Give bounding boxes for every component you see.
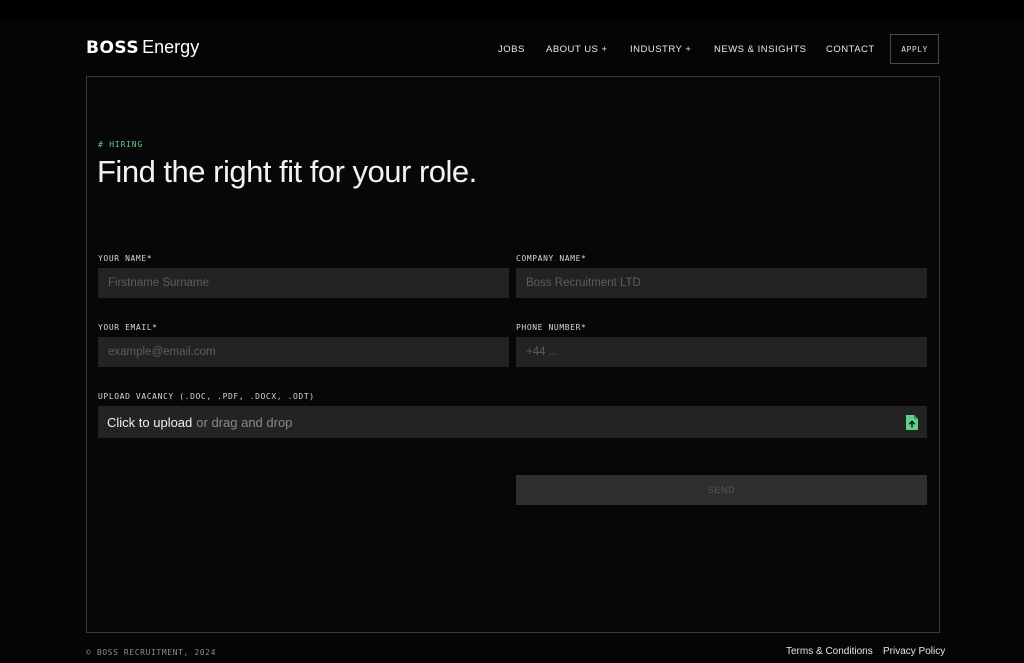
nav-item-jobs[interactable]: JOBS	[498, 44, 525, 55]
email-field[interactable]	[98, 337, 509, 367]
upload-primary-text: Click to upload	[107, 414, 193, 430]
upload-label: UPLOAD VACANCY (.DOC, .PDF, .DOCX, .ODT)	[98, 392, 315, 401]
nav-item-about-us[interactable]: ABOUT US +	[546, 44, 608, 55]
page-title: Find the right fit for your role.	[97, 154, 477, 189]
terms-link[interactable]: Terms & Conditions	[786, 646, 873, 657]
name-label: YOUR NAME*	[98, 254, 153, 263]
submit-button[interactable]: SEND	[516, 475, 927, 505]
upload-secondary-text: or drag and drop	[196, 414, 293, 430]
copyright-text: © BOSS RECRUITMENT, 2024	[86, 648, 216, 657]
company-label: COMPANY NAME*	[516, 254, 587, 263]
company-field[interactable]	[516, 268, 927, 298]
privacy-link[interactable]: Privacy Policy	[883, 646, 945, 657]
phone-field[interactable]	[516, 337, 927, 367]
top-bar	[0, 0, 1024, 20]
nav-item-industry[interactable]: INDUSTRY +	[630, 44, 691, 55]
phone-label: PHONE NUMBER*	[516, 323, 587, 332]
section-tag: # HIRING	[98, 140, 143, 149]
nav-item-contact[interactable]: CONTACT	[826, 44, 875, 55]
email-label: YOUR EMAIL*	[98, 323, 158, 332]
upload-dropzone[interactable]: Click to upload or drag and drop	[98, 406, 927, 438]
main-nav: JOBS ABOUT US + INDUSTRY + NEWS & INSIGH…	[0, 34, 1024, 64]
file-upload-icon	[906, 415, 918, 430]
apply-button[interactable]: APPLY	[890, 34, 939, 64]
name-field[interactable]	[98, 268, 509, 298]
nav-item-news-insights[interactable]: NEWS & INSIGHTS	[714, 44, 806, 55]
